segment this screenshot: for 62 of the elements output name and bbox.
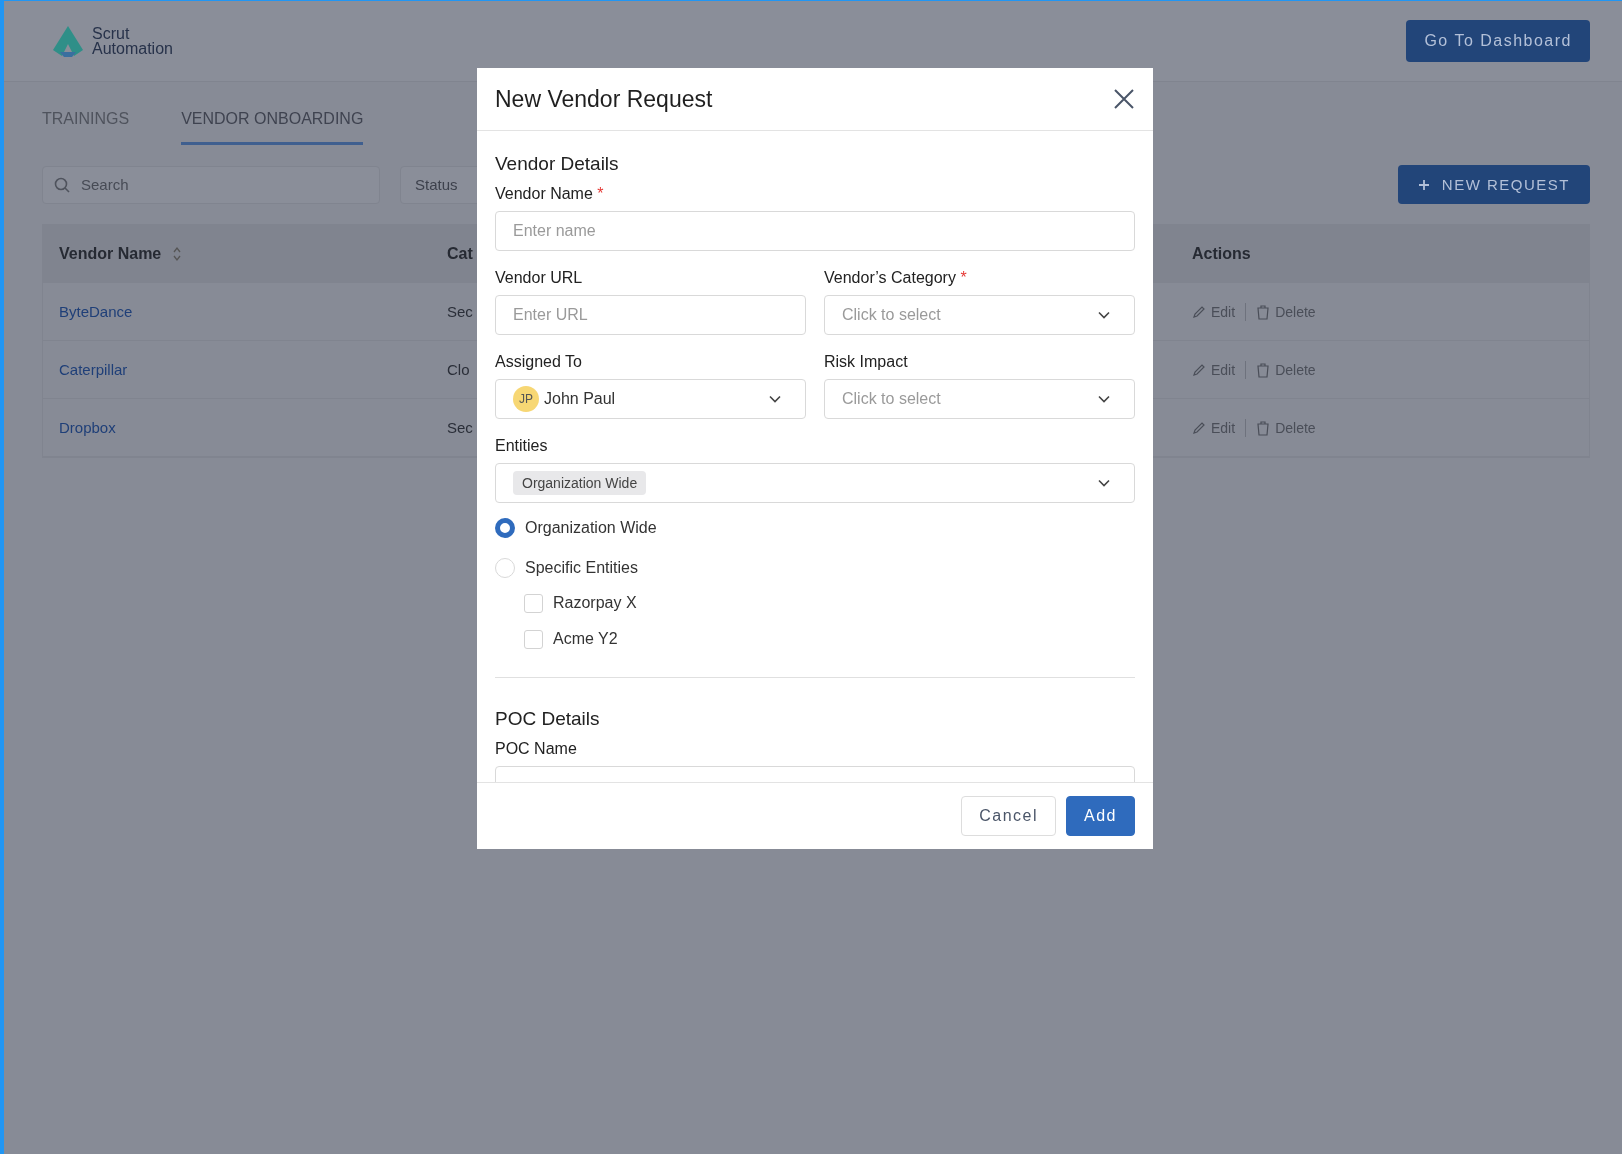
radio-option[interactable]: Specific Entities bbox=[495, 553, 638, 583]
new-request-button[interactable]: NEW REQUEST bbox=[1397, 165, 1590, 204]
vendor-link[interactable]: Caterpillar bbox=[59, 361, 128, 378]
column-header: Actions bbox=[1191, 244, 1252, 263]
delete-button[interactable]: Delete bbox=[1256, 303, 1316, 320]
section-heading: POC Details bbox=[495, 708, 601, 730]
tag: Organization Wide bbox=[513, 471, 647, 495]
add-button[interactable]: Add bbox=[1066, 796, 1135, 836]
field-label: POC Name bbox=[495, 740, 577, 757]
delete-button[interactable]: Delete bbox=[1256, 419, 1316, 436]
trash-icon bbox=[1256, 361, 1271, 378]
radio-option[interactable]: Organization Wide bbox=[495, 513, 657, 543]
vendor-link[interactable]: ByteDance bbox=[59, 303, 133, 320]
select-value: John Paul bbox=[544, 390, 616, 408]
chevron-down-icon bbox=[1098, 311, 1110, 319]
edit-button[interactable]: Edit bbox=[1192, 361, 1236, 378]
vendor-link[interactable]: Dropbox bbox=[59, 419, 116, 436]
chevron-down-icon bbox=[1098, 395, 1110, 403]
chevron-down-icon bbox=[1098, 479, 1110, 487]
field-label: Entities bbox=[495, 437, 549, 455]
close-icon[interactable] bbox=[1113, 88, 1135, 110]
logo-icon bbox=[50, 24, 86, 58]
section-heading: Vendor Details bbox=[495, 153, 620, 175]
edit-button[interactable]: Edit bbox=[1192, 303, 1236, 320]
checkbox-option[interactable]: Razorpay X bbox=[524, 587, 637, 619]
search-icon bbox=[54, 176, 70, 193]
checkbox-option[interactable]: Acme Y2 bbox=[524, 623, 618, 655]
select-field[interactable]: Click to select bbox=[824, 295, 1135, 335]
tab[interactable]: TRAININGS bbox=[42, 110, 130, 145]
column-header: Cat bbox=[447, 244, 474, 263]
table-cell: Clo bbox=[447, 361, 470, 378]
tab[interactable]: VENDOR ONBOARDING bbox=[181, 110, 364, 145]
edit-button[interactable]: Edit bbox=[1192, 419, 1236, 436]
table-cell: Sec bbox=[447, 419, 473, 436]
logo-text: Automation bbox=[92, 41, 173, 56]
table-cell: Sec bbox=[447, 303, 473, 320]
trash-icon bbox=[1256, 303, 1271, 320]
delete-button[interactable]: Delete bbox=[1256, 361, 1316, 378]
column-header: Vendor Name bbox=[59, 244, 162, 263]
text-field[interactable]: Enter name bbox=[495, 211, 1135, 251]
select-field[interactable]: Click to select bbox=[824, 379, 1135, 419]
sort-icon[interactable] bbox=[173, 245, 182, 262]
select-field[interactable]: JP John Paul bbox=[495, 379, 806, 419]
text-field[interactable]: Enter URL bbox=[495, 295, 806, 335]
trash-icon bbox=[1256, 419, 1271, 436]
avatar-initials: JP bbox=[513, 386, 539, 412]
field-label: Assigned To bbox=[495, 353, 583, 371]
field-label: Vendor’s Category * bbox=[824, 269, 968, 287]
field-label: Vendor URL bbox=[495, 269, 584, 287]
dialog-title: New Vendor Request bbox=[495, 85, 713, 113]
plus-icon bbox=[1417, 178, 1430, 191]
field-label: Vendor Name * bbox=[495, 185, 605, 203]
pencil-icon bbox=[1192, 362, 1206, 377]
pencil-icon bbox=[1192, 304, 1206, 319]
search-field[interactable]: Search bbox=[42, 165, 380, 204]
pencil-icon bbox=[1192, 420, 1206, 435]
select-field[interactable]: Organization Wide bbox=[495, 463, 1135, 503]
cancel-button[interactable]: Cancel bbox=[961, 796, 1057, 836]
chevron-down-icon bbox=[769, 395, 781, 403]
dashboard-button[interactable]: Go To Dashboard bbox=[1406, 20, 1590, 62]
field-label: Risk Impact bbox=[824, 353, 909, 371]
logo-text: Scrut bbox=[92, 26, 131, 41]
